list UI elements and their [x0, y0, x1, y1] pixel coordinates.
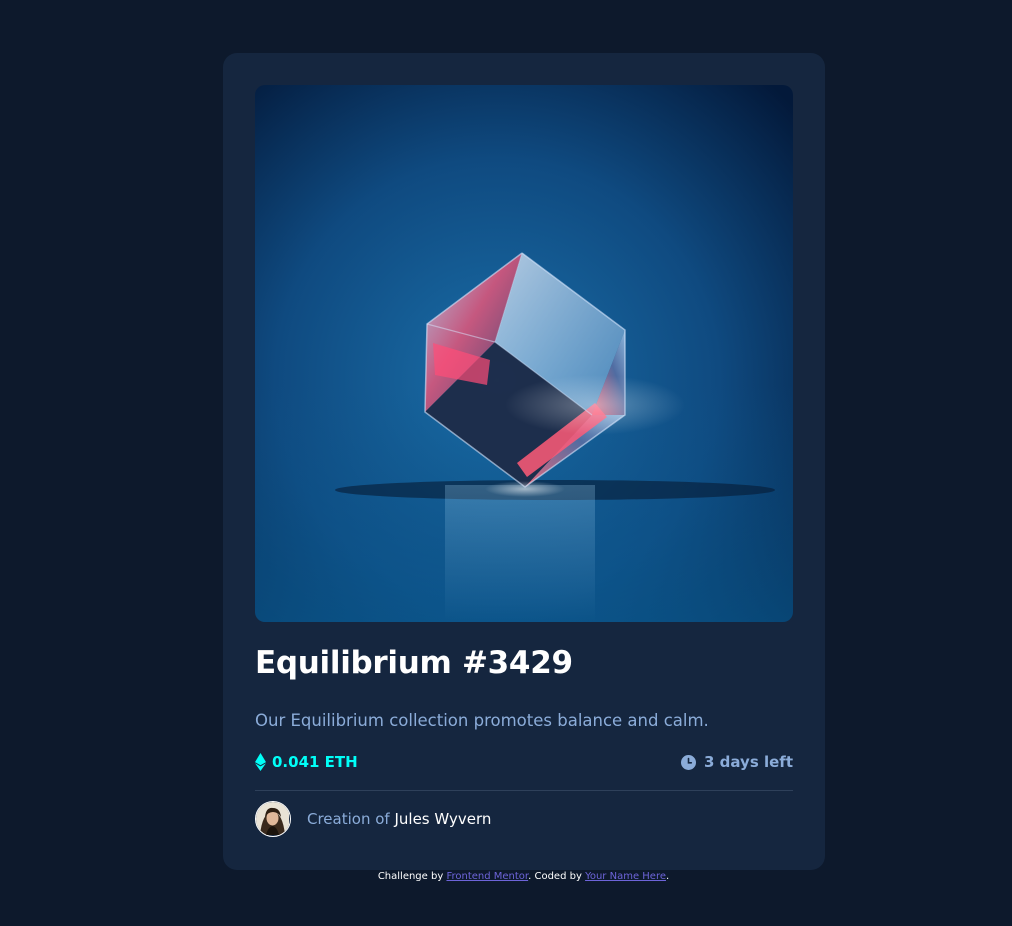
price-row: 0.041 ETH — [255, 753, 358, 771]
attribution-coded-prefix: . Coded by — [528, 871, 582, 882]
nft-title[interactable]: Equilibrium #3429 — [255, 645, 573, 681]
equilibrium-cube-image — [255, 85, 793, 622]
divider — [255, 790, 793, 791]
creator-text: Creation of Jules Wyvern — [307, 810, 491, 828]
creator-name-link[interactable]: Jules Wyvern — [394, 810, 491, 828]
nft-description: Our Equilibrium collection promotes bala… — [255, 711, 709, 730]
nft-image[interactable] — [255, 85, 793, 622]
frontend-mentor-link[interactable]: Frontend Mentor — [446, 871, 528, 882]
creator-prefix: Creation of — [307, 810, 390, 828]
nft-card: Equilibrium #3429 Our Equilibrium collec… — [223, 53, 825, 870]
avatar-image — [256, 802, 289, 835]
clock-icon — [681, 754, 696, 770]
ethereum-icon — [255, 753, 266, 771]
coder-link[interactable]: Your Name Here — [585, 871, 666, 882]
attribution-suffix: . — [666, 871, 670, 882]
attribution-prefix: Challenge by — [377, 871, 444, 882]
time-row: 3 days left — [681, 753, 793, 771]
time-left-value: 3 days left — [704, 753, 793, 771]
attribution: Challenge by Frontend Mentor. Coded by Y… — [0, 871, 1012, 882]
creator-row: Creation of Jules Wyvern — [255, 801, 491, 837]
price-value: 0.041 ETH — [272, 753, 358, 771]
avatar — [255, 801, 291, 837]
